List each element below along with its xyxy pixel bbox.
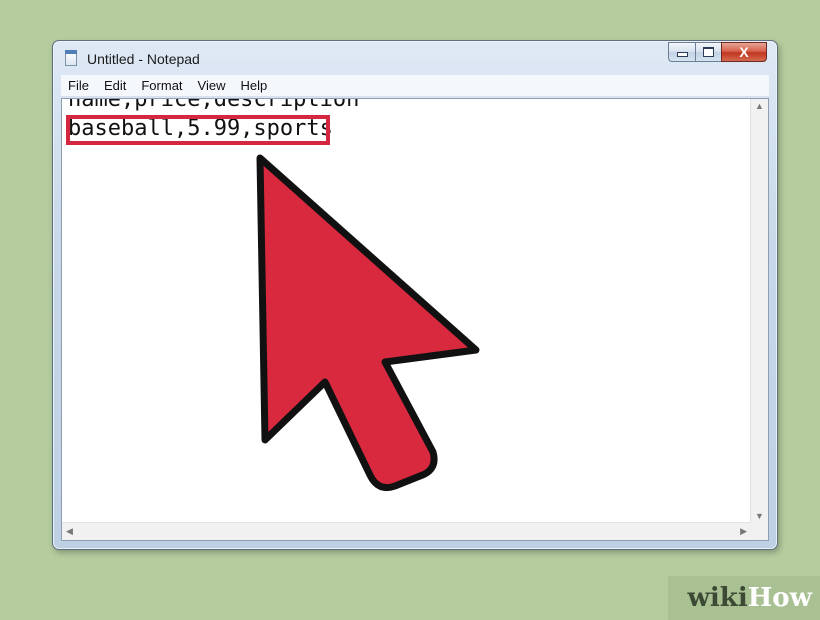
text-area[interactable]: name,price,description baseball,5.99,spo… (62, 99, 751, 523)
vertical-scrollbar[interactable]: ▲ ▼ (750, 99, 768, 523)
scroll-up-icon[interactable]: ▲ (755, 101, 764, 111)
scroll-right-icon[interactable]: ▶ (740, 526, 747, 537)
maximize-icon (703, 47, 714, 57)
wikihow-logo: wiki How (668, 576, 820, 620)
title-bar[interactable]: Untitled - Notepad X (53, 41, 777, 75)
horizontal-scrollbar[interactable]: ◀ ▶ (62, 522, 751, 540)
menu-help[interactable]: Help (239, 77, 268, 94)
close-button[interactable]: X (721, 42, 767, 62)
minimize-icon (676, 52, 688, 57)
text-editor[interactable]: name,price,description baseball,5.99,spo… (61, 98, 769, 541)
menu-view[interactable]: View (197, 77, 227, 94)
resize-grip[interactable] (751, 523, 768, 540)
minimize-button[interactable] (668, 42, 695, 62)
maximize-button[interactable] (695, 42, 721, 62)
close-icon: X (739, 44, 749, 60)
text-line-1: name,price,description (68, 99, 360, 112)
notepad-icon (65, 50, 77, 66)
scroll-left-icon[interactable]: ◀ (66, 526, 73, 537)
window-controls: X (668, 42, 767, 64)
menu-edit[interactable]: Edit (103, 77, 127, 94)
highlight-box (66, 115, 330, 145)
menu-format[interactable]: Format (140, 77, 183, 94)
notepad-window: Untitled - Notepad X File Edit Format Vi… (52, 40, 778, 550)
window-title: Untitled - Notepad (87, 51, 200, 67)
menu-file[interactable]: File (67, 77, 90, 94)
scroll-down-icon[interactable]: ▼ (755, 511, 764, 521)
menu-bar: File Edit Format View Help (61, 75, 769, 97)
